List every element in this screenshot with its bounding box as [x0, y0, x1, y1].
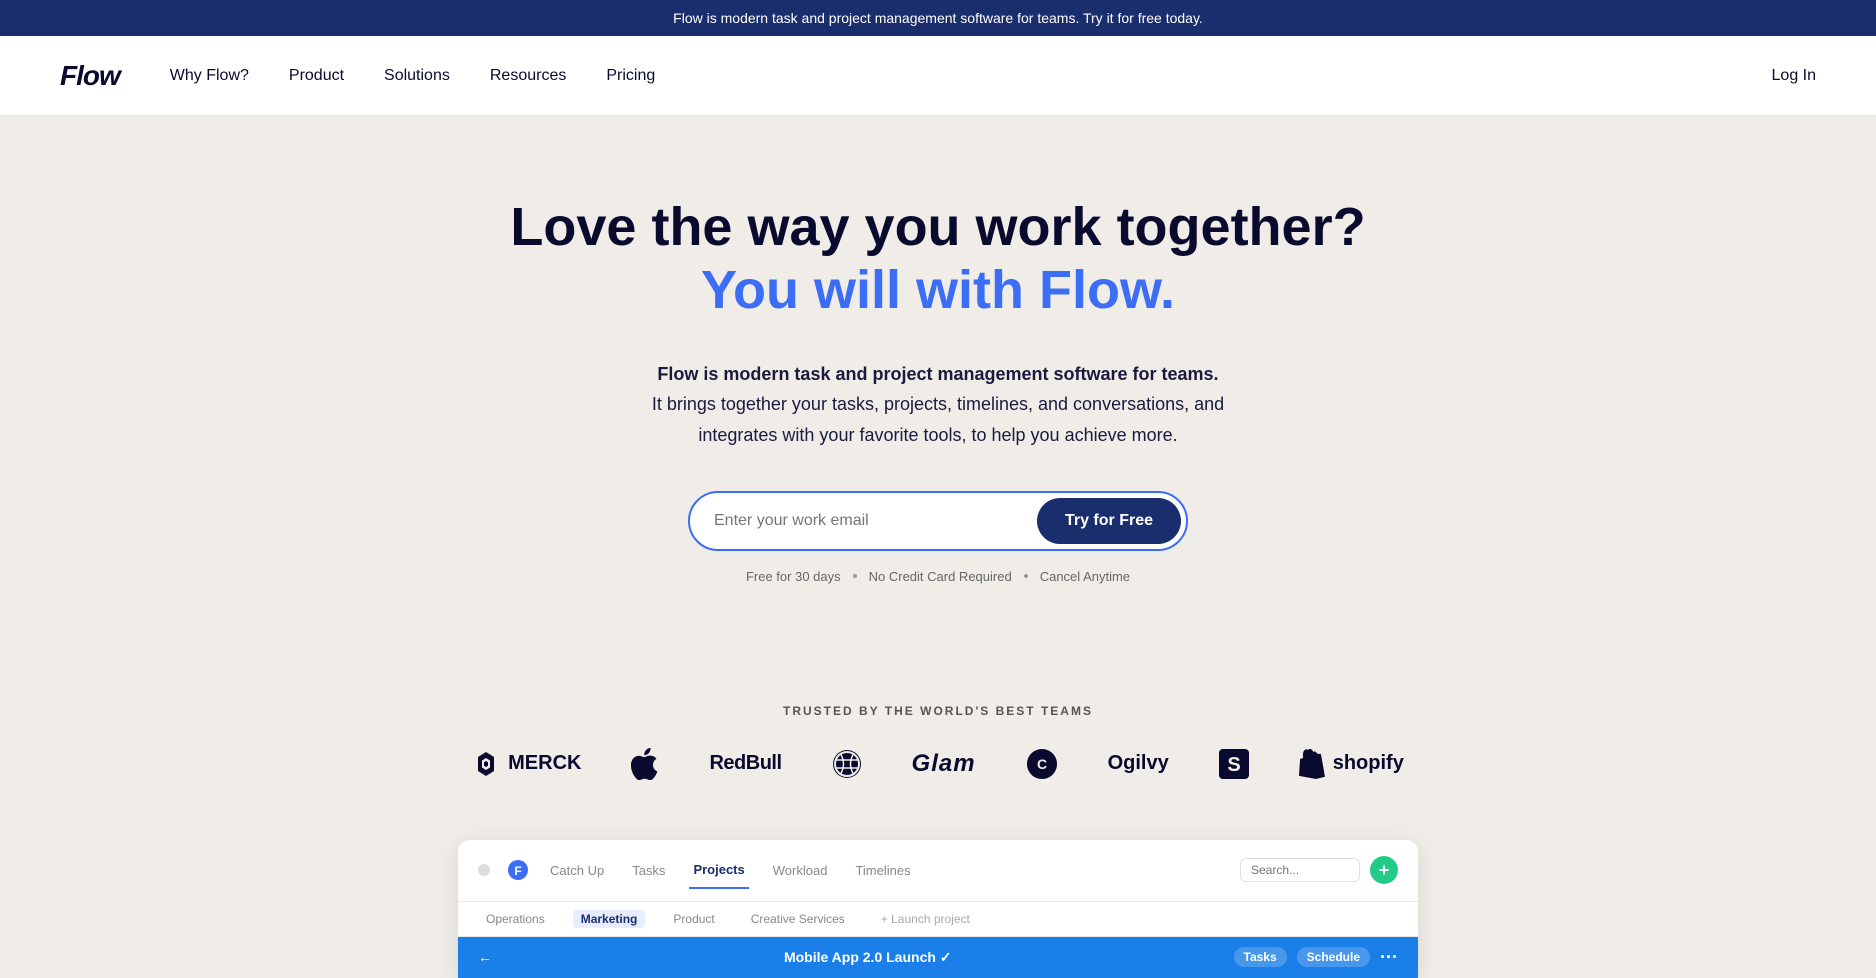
trusted-label: TRUSTED BY THE WORLD'S BEST TEAMS	[20, 704, 1856, 718]
meta-cancel: Cancel Anytime	[1040, 569, 1130, 584]
tag-schedule[interactable]: Schedule	[1297, 947, 1370, 967]
hero-section: Love the way you work together? You will…	[0, 116, 1876, 704]
meta-free-days: Free for 30 days	[746, 569, 841, 584]
tab-workload[interactable]: Workload	[769, 853, 832, 888]
nav-product[interactable]: Product	[289, 67, 344, 85]
app-subtabs: Operations Marketing Product Creative Se…	[458, 902, 1418, 937]
top-banner: Flow is modern task and project manageme…	[0, 0, 1876, 36]
trusted-section: TRUSTED BY THE WORLD'S BEST TEAMS MERCK …	[0, 704, 1876, 820]
svg-text:S: S	[1227, 754, 1240, 776]
nav-why-flow[interactable]: Why Flow?	[170, 67, 249, 85]
nav-links: Why Flow? Product Solutions Resources Pr…	[170, 67, 655, 85]
nav-solutions[interactable]: Solutions	[384, 67, 450, 85]
meta-dot-1	[853, 574, 857, 578]
meta-no-card: No Credit Card Required	[869, 569, 1012, 584]
apple-icon	[631, 748, 659, 780]
app-frame: F Catch Up Tasks Projects Workload Timel…	[458, 840, 1418, 978]
scribd-logo: S	[1219, 749, 1249, 779]
back-arrow[interactable]: ←	[478, 949, 492, 965]
merck-logo: MERCK	[472, 750, 581, 778]
app-add-button[interactable]: +	[1370, 856, 1398, 884]
dribbble-logo	[832, 749, 862, 779]
hero-subtext: Flow is modern task and project manageme…	[618, 359, 1258, 451]
logo[interactable]: Flow	[60, 60, 120, 92]
nav-pricing[interactable]: Pricing	[606, 67, 655, 85]
email-form: Try for Free	[20, 491, 1856, 551]
subtab-more[interactable]: + Launch project	[873, 910, 978, 928]
hero-heading: Love the way you work together? You will…	[20, 196, 1856, 323]
tab-timelines[interactable]: Timelines	[851, 853, 914, 888]
apple-logo	[631, 748, 659, 780]
logos-row: MERCK RedBull Glam	[20, 748, 1856, 780]
app-preview-section: F Catch Up Tasks Projects Workload Timel…	[0, 820, 1876, 978]
app-topbar-right: +	[1240, 856, 1398, 884]
subtab-operations[interactable]: Operations	[478, 910, 553, 928]
tab-tasks[interactable]: Tasks	[628, 853, 669, 888]
glam-logo: Glam	[912, 750, 976, 778]
dribbble-icon	[832, 749, 862, 779]
navigation: Flow Why Flow? Product Solutions Resourc…	[0, 36, 1876, 116]
hero-heading-blue: You will with Flow.	[20, 258, 1856, 323]
app-dot-1	[478, 864, 490, 876]
nav-resources[interactable]: Resources	[490, 67, 566, 85]
tab-catchup[interactable]: Catch Up	[546, 853, 608, 888]
login-link[interactable]: Log In	[1772, 67, 1816, 85]
shopify-logo: shopify	[1299, 749, 1404, 779]
redbull-logo: RedBull	[709, 752, 781, 775]
app-icon: F	[506, 858, 530, 882]
scribd-icon: S	[1219, 749, 1249, 779]
subtab-creative[interactable]: Creative Services	[743, 910, 853, 928]
email-input[interactable]	[714, 512, 1037, 530]
merck-icon	[472, 750, 500, 778]
app-project-bar: ← Mobile App 2.0 Launch ✓ Tasks Schedule…	[458, 937, 1418, 978]
app-search-input[interactable]	[1240, 858, 1360, 882]
banner-text: Flow is modern task and project manageme…	[673, 10, 1203, 26]
form-meta: Free for 30 days No Credit Card Required…	[20, 569, 1856, 584]
svg-text:F: F	[514, 864, 521, 878]
project-tags: Tasks Schedule ···	[1234, 947, 1398, 968]
carhartt-icon: C	[1026, 748, 1058, 780]
tag-tasks[interactable]: Tasks	[1234, 947, 1287, 967]
project-name: Mobile App 2.0 Launch ✓	[784, 949, 952, 966]
tab-projects[interactable]: Projects	[689, 852, 748, 889]
try-for-free-button[interactable]: Try for Free	[1037, 498, 1181, 544]
nav-left: Flow Why Flow? Product Solutions Resourc…	[60, 60, 655, 92]
carhartt-logo: C	[1026, 748, 1058, 780]
shopify-icon	[1299, 749, 1325, 779]
ogilvy-logo: Ogilvy	[1108, 752, 1169, 775]
more-options[interactable]: ···	[1380, 947, 1398, 968]
app-topbar: F Catch Up Tasks Projects Workload Timel…	[458, 840, 1418, 902]
email-form-inner: Try for Free	[688, 491, 1188, 551]
meta-dot-2	[1024, 574, 1028, 578]
subtab-product[interactable]: Product	[665, 910, 722, 928]
app-nav-tabs: Catch Up Tasks Projects Workload Timelin…	[546, 852, 915, 889]
subtab-marketing[interactable]: Marketing	[573, 910, 646, 928]
svg-text:C: C	[1037, 756, 1047, 772]
